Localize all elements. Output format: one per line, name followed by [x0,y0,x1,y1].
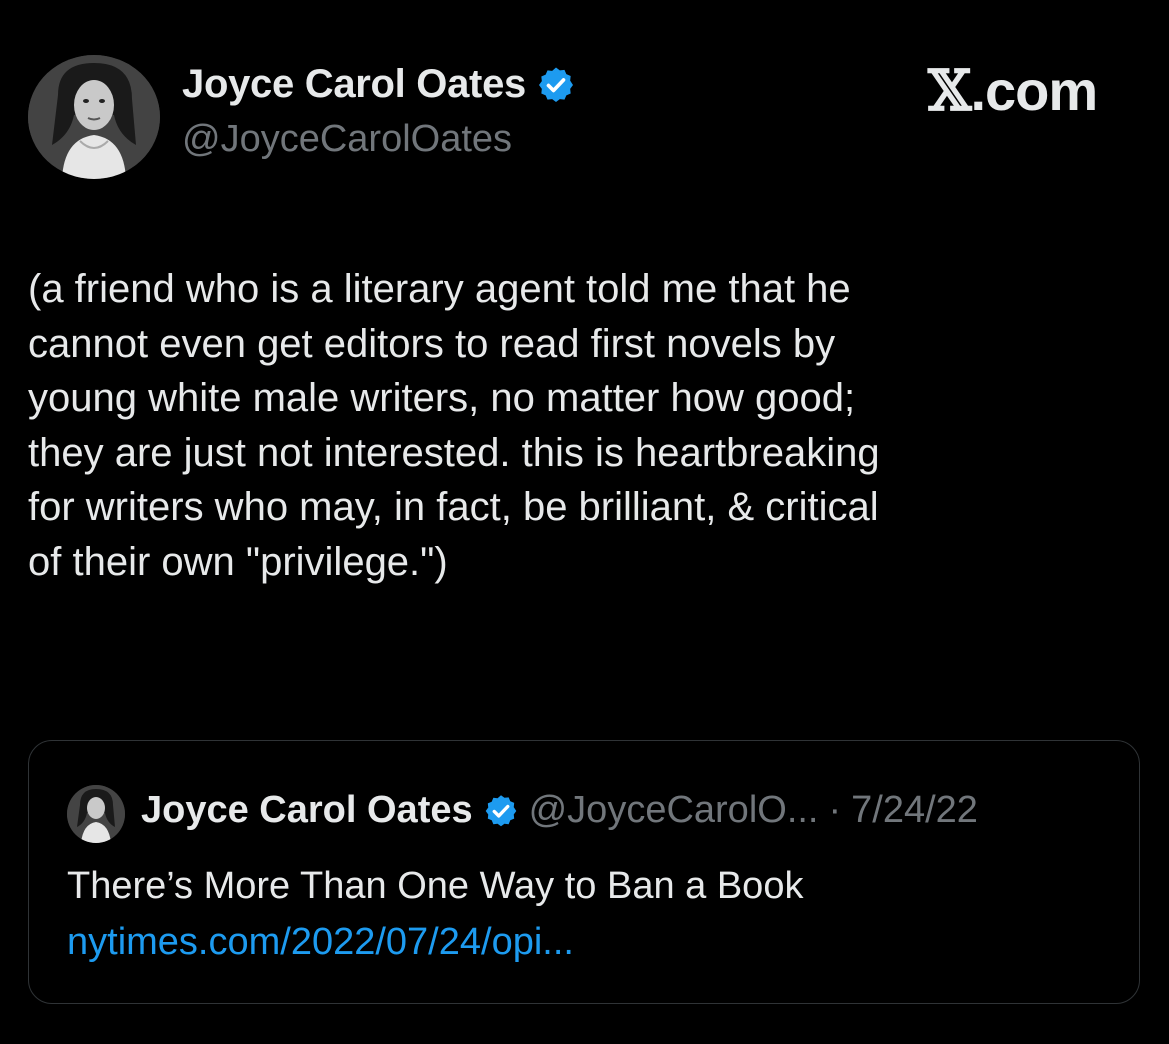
quoted-author-handle[interactable]: @JoyceCarolO... [529,789,819,832]
quoted-tweet-card[interactable]: Joyce Carol Oates @JoyceCarolO... · 7/24… [28,740,1140,1004]
author-display-name[interactable]: Joyce Carol Oates [182,62,526,107]
quoted-verified-badge-icon [483,793,519,829]
quoted-tweet-link[interactable]: nytimes.com/2022/07/24/opi... [67,921,574,964]
quoted-author-name[interactable]: Joyce Carol Oates [141,789,473,832]
quoted-tweet-date[interactable]: 7/24/22 [851,789,978,832]
verified-badge-icon [536,65,576,105]
brand-domain: .com [970,59,1098,122]
author-handle[interactable]: @JoyceCarolOates [182,118,512,161]
quoted-author-avatar[interactable] [67,785,125,843]
author-name-row: Joyce Carol Oates [182,62,576,107]
tweet-text: (a friend who is a literary agent told m… [28,267,880,584]
author-avatar-image [28,55,160,179]
x-logo-icon: 𝕏 [928,58,971,124]
quoted-tweet-header: Joyce Carol Oates @JoyceCarolO... · 7/24… [141,789,978,832]
x-com-logo: 𝕏.com [928,58,1098,124]
author-avatar[interactable] [28,55,160,179]
quoted-tweet-text: There’s More Than One Way to Ban a Book [67,865,804,907]
quoted-separator-dot: · [828,789,842,831]
quoted-avatar-image [67,785,125,843]
